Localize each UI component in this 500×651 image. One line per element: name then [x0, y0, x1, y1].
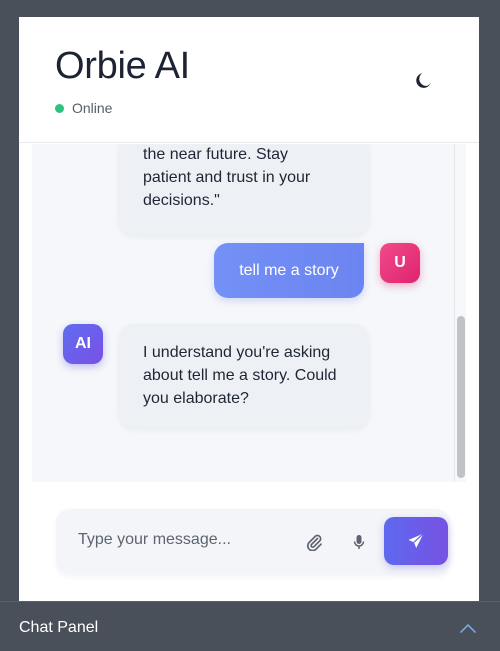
attach-button[interactable]: [302, 530, 326, 554]
ai-message: I understand you're asking about tell me…: [119, 324, 369, 428]
input-container: [56, 509, 450, 575]
message-text: the near future. Stay patient and trust …: [143, 146, 311, 209]
chat-header: Orbie AI Online: [19, 17, 479, 143]
paper-plane-icon: [408, 533, 424, 548]
message-input[interactable]: [78, 525, 278, 555]
status-label: Online: [72, 100, 113, 116]
panel-footer-label: Chat Panel: [19, 619, 99, 636]
moon-icon: [416, 73, 431, 88]
ai-message: the near future. Stay patient and trust …: [119, 144, 369, 235]
microphone-icon: [353, 535, 365, 549]
send-button[interactable]: [384, 517, 448, 565]
user-avatar: U: [380, 243, 420, 283]
message-text: tell me a story: [239, 262, 339, 279]
app-title: Orbie AI: [55, 45, 190, 87]
user-message: tell me a story: [214, 243, 364, 298]
paperclip-icon: [306, 534, 322, 551]
theme-toggle-button[interactable]: [411, 67, 437, 93]
online-status: Online: [55, 100, 112, 116]
message-list[interactable]: the near future. Stay patient and trust …: [32, 144, 466, 482]
collapse-panel-button[interactable]: [456, 618, 480, 638]
chat-panel: Orbie AI Online the near future. Stay pa…: [19, 17, 479, 601]
ai-avatar: AI: [63, 324, 103, 364]
scrollbar-thumb[interactable]: [457, 316, 465, 478]
message-scrollbar[interactable]: [454, 144, 466, 482]
status-dot: [55, 103, 64, 113]
app-frame: Orbie AI Online the near future. Stay pa…: [0, 0, 500, 601]
microphone-button[interactable]: [347, 530, 371, 554]
panel-footer: Chat Panel: [0, 601, 500, 651]
composer: [32, 483, 466, 601]
message-text: I understand you're asking about tell me…: [143, 344, 337, 407]
chevron-up-icon: [460, 623, 476, 633]
